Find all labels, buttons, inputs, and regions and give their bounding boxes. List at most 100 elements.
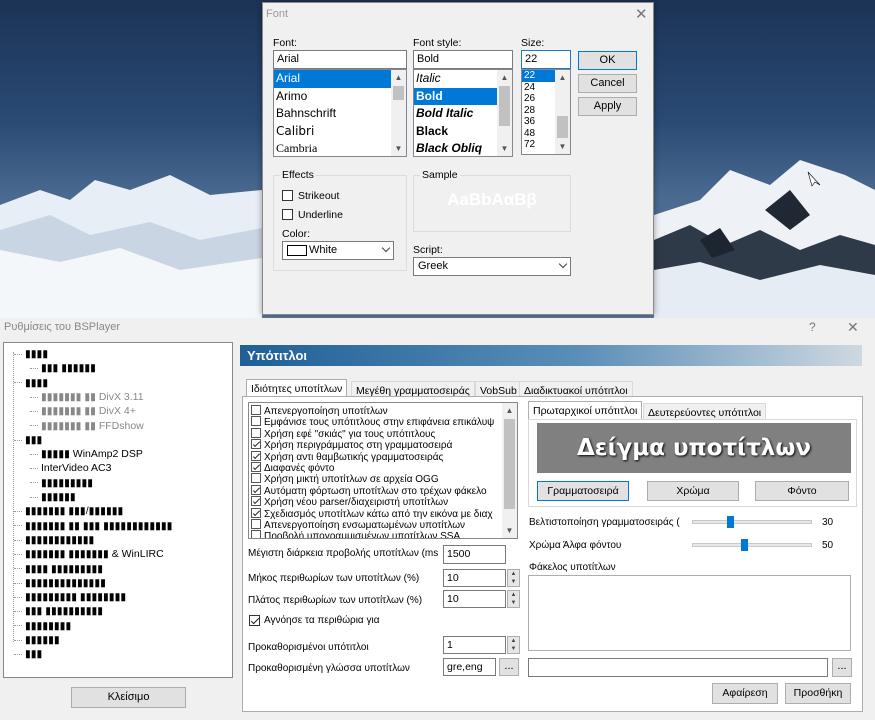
tree-item[interactable]: ▮▮▮▮▮▮▮▮▮▮▮▮ — [14, 533, 94, 547]
close-icon[interactable]: ✕ — [635, 7, 648, 22]
margin-width-input[interactable]: 10 — [443, 590, 506, 608]
margin-length-input[interactable]: 10 — [443, 569, 506, 587]
font-list-scrollbar[interactable]: ▲ ▼ — [391, 70, 406, 156]
tab-secondary-subtitles[interactable]: Δευτερεύοντες υπότιτλοι — [643, 403, 767, 420]
default-subs-input[interactable]: 1 — [443, 636, 506, 654]
option-item[interactable]: Χρήση νέου parser/διαχειριστή υποτίτλων — [251, 496, 448, 508]
option-item[interactable]: Σχεδιασμός υποτίτλων κάτω από την εικόνα… — [251, 507, 493, 520]
option-item[interactable]: Αυτόματη φόρτωση υποτίτλων στο τρέχων φά… — [251, 484, 487, 497]
font-size-list[interactable]: 22 24 26 28 36 48 72 ▲ ▼ — [521, 69, 571, 155]
option-item[interactable]: Χρήση περιγράμματος στη γραμματοσειρά — [251, 439, 452, 451]
remove-button[interactable]: Αφαίρεση — [712, 683, 778, 704]
option-item[interactable]: Χρήση εφέ "σκιάς" για τους υπότιτλους — [251, 427, 435, 440]
option-item[interactable]: Προβολή υπογραμμισμένων υποτίτλων SSA — [251, 530, 460, 538]
scroll-down-icon[interactable]: ▼ — [502, 523, 517, 538]
help-icon[interactable]: ? — [809, 321, 816, 333]
tree-item[interactable]: ▮▮▮▮▮▮ — [30, 490, 76, 504]
strikeout-checkbox[interactable] — [282, 190, 293, 201]
alpha-slider-track[interactable] — [692, 543, 812, 547]
tab-primary-subtitles[interactable]: Πρωταρχικοί υπότιτλοι — [528, 401, 643, 420]
option-checkbox[interactable] — [251, 507, 261, 518]
folder-browse-button[interactable]: ... — [832, 658, 852, 677]
option-checkbox[interactable] — [251, 473, 261, 484]
font-item[interactable]: Cambria — [274, 140, 406, 156]
default-subs-stepper[interactable]: ▲ ▼ — [507, 636, 520, 654]
tree-item[interactable]: ▮▮▮▮▮▮▮ ▮▮ DivX 3.11 — [30, 390, 144, 404]
option-item[interactable]: Χρήση μικτή υποτίτλων σε αρχεία OGG — [251, 473, 439, 485]
font-item[interactable]: Calibri — [274, 123, 406, 141]
scroll-down-icon[interactable]: ▼ — [497, 141, 512, 156]
scroll-down-icon[interactable]: ▼ — [555, 139, 570, 154]
tree-item[interactable]: ▮▮▮▮▮▮▮▮▮ ▮▮▮▮▮▮▮▮ — [14, 590, 126, 604]
option-item[interactable]: Απενεργοποίηση ενσωματωμένων υποτίτλων — [251, 519, 465, 531]
scroll-up-icon[interactable]: ▲ — [555, 70, 570, 85]
close-settings-button[interactable]: Κλείσιμο — [71, 687, 186, 708]
tree-item[interactable]: ▮▮▮▮▮ WinAmp2 DSP — [30, 447, 143, 461]
option-checkbox[interactable] — [251, 519, 261, 529]
tree-item[interactable]: ▮▮▮▮ — [14, 376, 48, 390]
default-lang-input[interactable]: gre,eng — [443, 658, 496, 676]
underline-checkbox[interactable] — [282, 209, 293, 220]
option-checkbox[interactable] — [251, 462, 261, 472]
size-list-scrollbar[interactable]: ▲ ▼ — [555, 70, 570, 154]
lang-browse-button[interactable]: ... — [499, 658, 519, 676]
cancel-button[interactable]: Cancel — [578, 74, 637, 93]
option-checkbox[interactable] — [251, 405, 261, 415]
margin-length-stepper[interactable]: ▲ ▼ — [507, 569, 520, 587]
color-select[interactable]: White — [282, 241, 394, 260]
tree-item[interactable]: ▮▮▮▮ — [14, 347, 48, 361]
font-name-input[interactable]: Arial — [273, 50, 407, 69]
background-button[interactable]: Φόντο — [755, 481, 849, 501]
option-checkbox[interactable] — [251, 496, 261, 507]
tree-item[interactable]: InterVideo AC3 — [30, 461, 111, 475]
font-item[interactable]: Arimo — [274, 88, 406, 106]
checklist-scrollbar[interactable]: ▲ ▼ — [502, 403, 517, 538]
tree-item[interactable]: ▮▮▮ ▮▮▮▮▮▮▮▮▮▮ — [14, 604, 103, 618]
tree-item[interactable]: ▮▮▮▮ ▮▮▮▮▮▮▮▮▮ — [14, 562, 103, 576]
optimize-font-slider-track[interactable] — [692, 520, 812, 524]
option-item[interactable]: Εμφάνισε τους υπότιτλους στην επιφάνεια … — [251, 416, 494, 428]
tree-item[interactable]: ▮▮▮▮▮▮▮ ▮▮▮▮▮▮▮ & WinLIRC — [14, 547, 164, 561]
max-duration-input[interactable]: 1500 — [443, 545, 506, 564]
size-item[interactable]: 22 — [522, 70, 555, 82]
close-icon[interactable]: ✕ — [847, 320, 859, 334]
font-style-list[interactable]: Italic Bold Bold Italic Black Black Obli… — [413, 69, 513, 157]
option-checkbox[interactable] — [251, 530, 261, 538]
font-item[interactable]: Bahnschrift — [274, 105, 406, 123]
tree-item[interactable]: ▮▮▮▮▮▮▮ ▮▮ FFDshow — [30, 419, 144, 433]
option-checkbox[interactable] — [251, 450, 261, 461]
option-checkbox[interactable] — [251, 484, 261, 495]
tree-item[interactable]: ▮▮▮ — [14, 433, 42, 447]
scroll-down-icon[interactable]: ▼ — [391, 141, 406, 156]
style-item[interactable]: Bold — [414, 87, 497, 105]
script-select[interactable]: Greek — [413, 257, 571, 276]
tree-item[interactable]: ▮▮▮▮▮▮▮▮▮ — [30, 476, 93, 490]
folders-list[interactable] — [528, 575, 851, 651]
option-item[interactable]: Διαφανές φόντο — [251, 462, 334, 474]
tree-item[interactable]: ▮▮▮ — [14, 647, 42, 661]
option-checkbox[interactable] — [251, 416, 261, 427]
optimize-font-slider[interactable] — [727, 516, 734, 528]
tree-item[interactable]: ▮▮▮ ▮▮▮▮▮▮ — [30, 361, 96, 375]
ignore-margins-checkbox[interactable] — [249, 615, 260, 626]
tree-item[interactable]: ▮▮▮▮▮▮▮▮ — [14, 619, 71, 633]
ok-button[interactable]: OK — [578, 51, 637, 70]
tree-item[interactable]: ▮▮▮▮▮▮ — [14, 633, 60, 647]
style-list-scrollbar[interactable]: ▲ ▼ — [497, 70, 512, 156]
option-item[interactable]: Απενεργοποίηση υποτίτλων — [251, 405, 388, 417]
margin-width-stepper[interactable]: ▲ ▼ — [507, 590, 520, 608]
option-checkbox[interactable] — [251, 439, 261, 450]
alpha-slider[interactable] — [741, 539, 748, 551]
font-button[interactable]: Γραμματοσειρά — [537, 481, 629, 501]
scroll-up-icon[interactable]: ▲ — [497, 70, 512, 85]
apply-button[interactable]: Apply — [578, 97, 637, 116]
option-checkbox[interactable] — [251, 427, 261, 438]
folder-path-input[interactable] — [528, 658, 828, 677]
add-button[interactable]: Προσθήκη — [785, 683, 851, 704]
options-checklist[interactable]: ▲ ▼ Απενεργοποίηση υποτίτλων Εμφάνισε του… — [248, 402, 518, 539]
tree-item[interactable]: ▮▮▮▮▮▮▮ ▮▮ ▮▮▮ ▮▮▮▮▮▮▮▮▮▮▮▮ — [14, 519, 172, 533]
scroll-up-icon[interactable]: ▲ — [502, 403, 517, 418]
tree-item[interactable]: ▮▮▮▮▮▮▮▮▮▮▮▮▮▮ — [14, 576, 106, 590]
scroll-up-icon[interactable]: ▲ — [391, 70, 406, 85]
color-button[interactable]: Χρώμα — [647, 481, 739, 501]
